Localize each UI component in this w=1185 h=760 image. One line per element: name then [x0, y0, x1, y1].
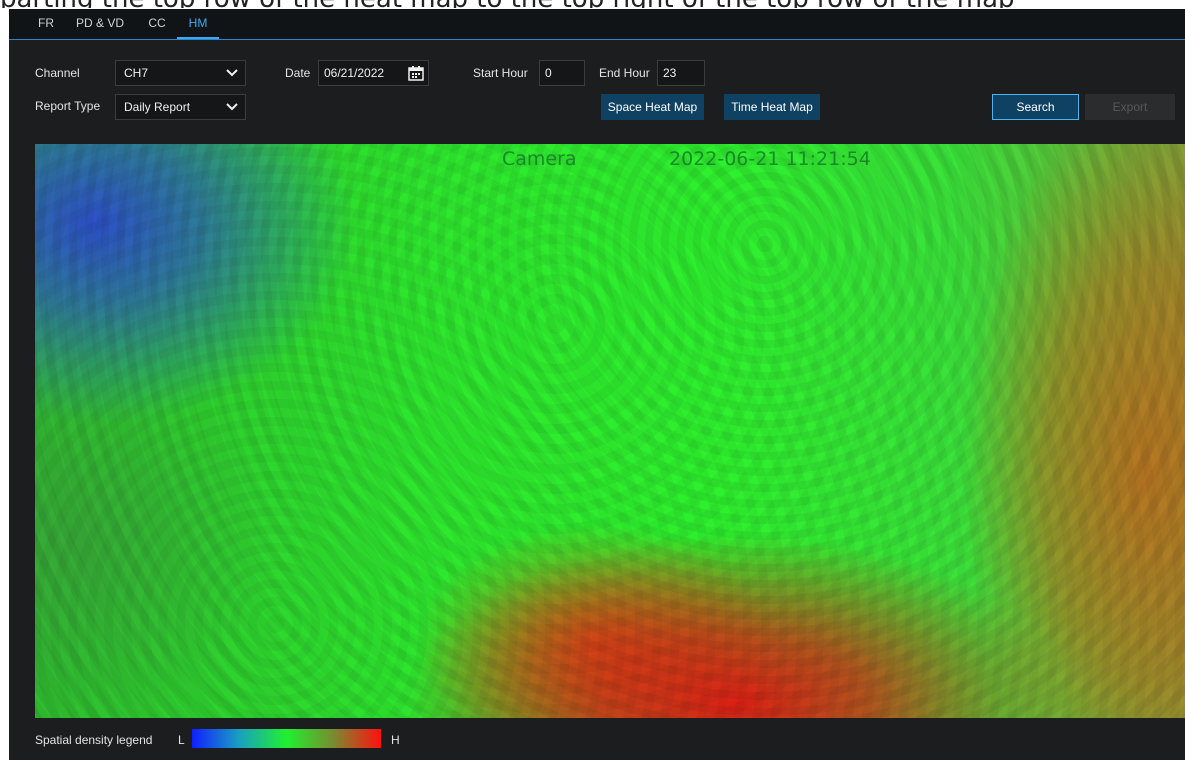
export-button[interactable]: Export — [1085, 94, 1175, 120]
report-type-select[interactable]: Daily Report — [115, 94, 246, 120]
calendar-icon[interactable] — [408, 65, 424, 81]
heat-contours — [35, 144, 1185, 718]
tab-fr[interactable]: FR — [32, 9, 60, 38]
top-caption-text: parting the top row of the heat map to t… — [0, 0, 1185, 8]
channel-value: CH7 — [124, 66, 149, 80]
time-heat-map-button[interactable]: Time Heat Map — [724, 94, 820, 120]
legend-low-label: L — [178, 733, 185, 747]
legend-title: Spatial density legend — [35, 733, 153, 747]
date-label: Date — [285, 66, 311, 80]
chevron-down-icon — [225, 95, 239, 119]
date-field[interactable]: 06/21/2022 — [318, 60, 429, 86]
search-button[interactable]: Search — [992, 94, 1079, 120]
osd-camera-name: Camera — [502, 148, 577, 170]
space-heat-map: Camera 2022-06-21 11:21:54 — [35, 144, 1185, 718]
osd-timestamp: 2022-06-21 11:21:54 — [669, 148, 871, 170]
tab-cc[interactable]: CC — [143, 9, 171, 38]
start-hour-field[interactable]: 0 — [539, 60, 585, 86]
legend-high-label: H — [391, 733, 400, 747]
density-legend-bar — [192, 729, 381, 748]
tab-bar: FR PD & VD CC HM — [9, 9, 1185, 40]
date-value: 06/21/2022 — [324, 66, 385, 80]
heat-map-window: FR PD & VD CC HM Channel CH7 Date 06/21/… — [9, 9, 1185, 760]
tab-hm[interactable]: HM — [177, 9, 219, 39]
report-type-label: Report Type — [35, 99, 101, 113]
channel-select[interactable]: CH7 — [115, 60, 246, 86]
channel-label: Channel — [35, 66, 80, 80]
tab-pd-vd[interactable]: PD & VD — [71, 9, 129, 38]
end-hour-label: End Hour — [599, 66, 650, 80]
start-hour-label: Start Hour — [473, 66, 528, 80]
end-hour-field[interactable]: 23 — [657, 60, 705, 86]
space-heat-map-button[interactable]: Space Heat Map — [601, 94, 704, 120]
chevron-down-icon — [225, 61, 239, 85]
report-type-value: Daily Report — [124, 100, 191, 114]
